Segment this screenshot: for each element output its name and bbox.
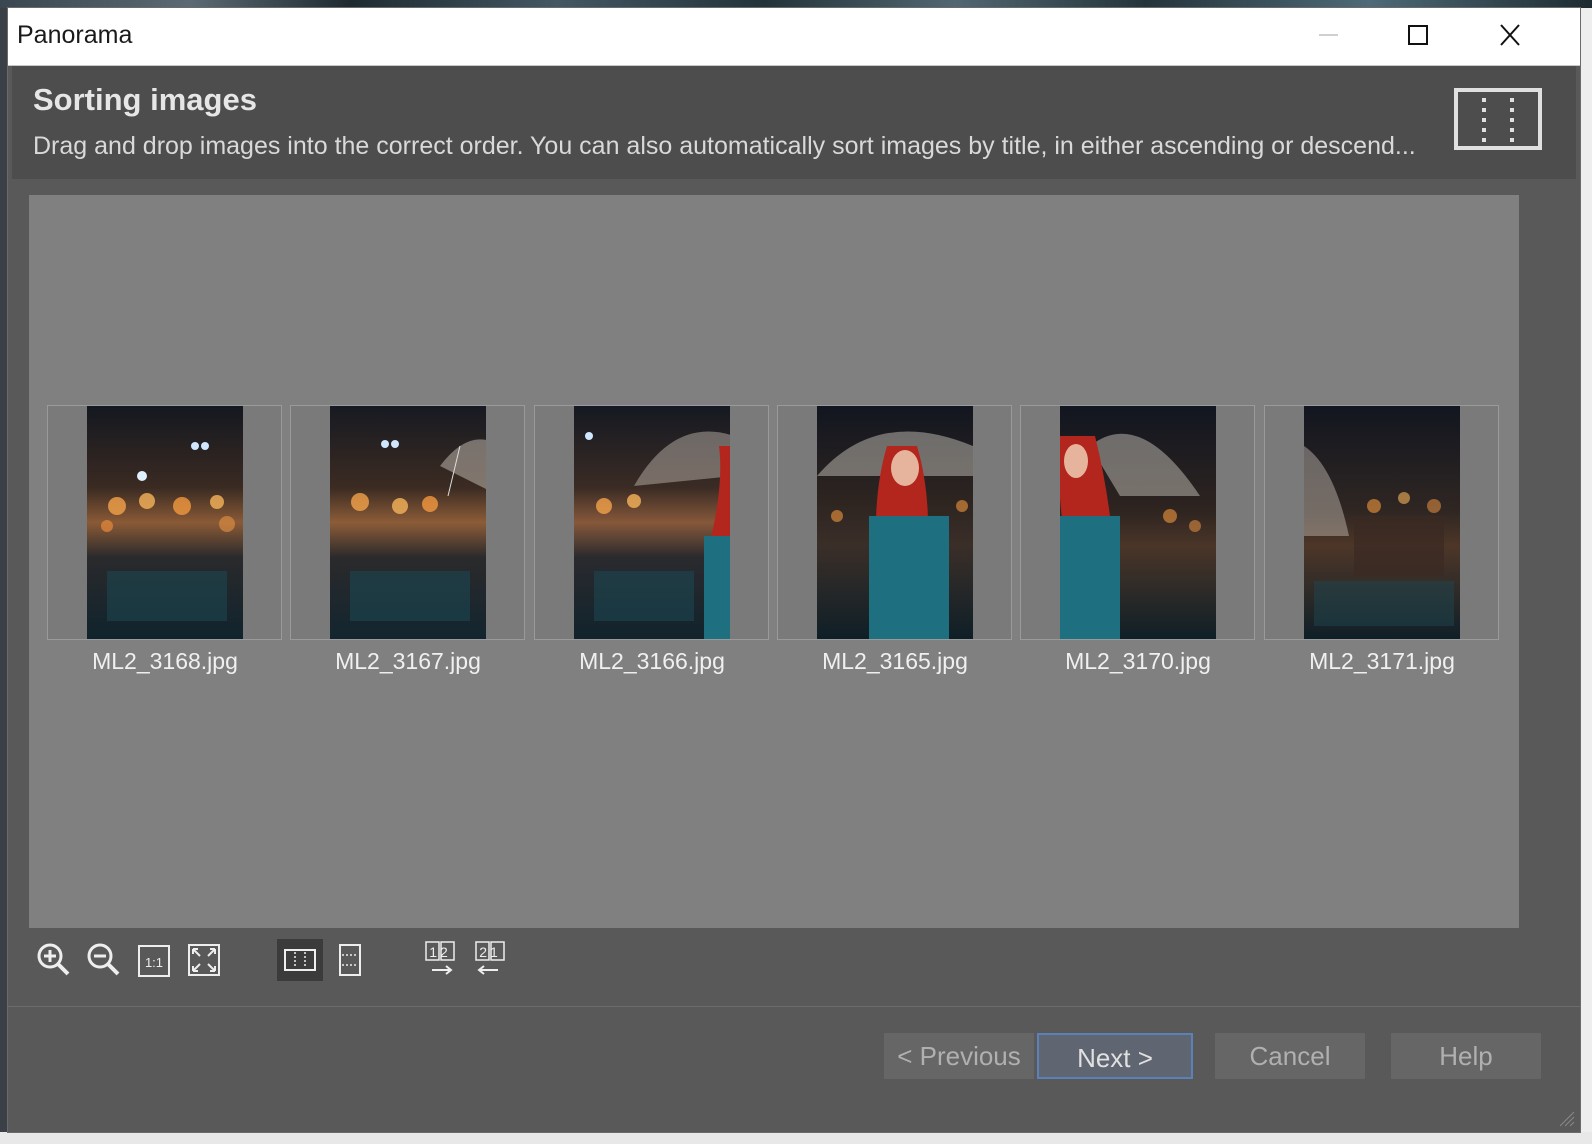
sort-descending-icon: 21	[475, 941, 505, 975]
actual-size-label: 1:1	[145, 955, 163, 970]
vertical-layout-button[interactable]	[327, 939, 373, 981]
thumbnail-filename: ML2_3170.jpg	[1065, 648, 1211, 674]
thumbnail-filename: ML2_3166.jpg	[579, 648, 725, 674]
zoom-in-button[interactable]	[32, 939, 78, 981]
sort-ascending-button[interactable]: 12	[418, 939, 464, 981]
thumbnail-frame[interactable]	[290, 405, 525, 640]
close-button[interactable]	[1464, 8, 1556, 65]
thumbnail-filename: ML2_3167.jpg	[335, 648, 481, 674]
zoom-out-icon	[87, 943, 120, 976]
resize-grip-icon[interactable]	[1556, 1108, 1576, 1128]
thumbnail-filename: ML2_3171.jpg	[1309, 648, 1455, 674]
thumbnail-frame[interactable]	[1020, 405, 1255, 640]
photo-woman-umbrella-left	[1060, 406, 1216, 639]
background-app-strip	[0, 0, 1592, 8]
sort-descending-button[interactable]: 21	[468, 939, 514, 981]
actual-size-icon: 1:1	[138, 945, 170, 977]
previous-button[interactable]: < Previous	[884, 1033, 1034, 1079]
fit-to-window-button[interactable]	[182, 939, 228, 981]
thumbnail-filename: ML2_3165.jpg	[822, 648, 968, 674]
vertical-layout-icon	[339, 944, 361, 976]
window-title: Panorama	[17, 21, 133, 49]
cancel-button[interactable]: Cancel	[1215, 1033, 1365, 1079]
thumbnail-frame[interactable]	[1264, 405, 1499, 640]
footer-divider	[8, 1006, 1580, 1007]
thumbnail-frame[interactable]	[534, 405, 769, 640]
zoom-in-icon	[37, 943, 70, 976]
wizard-header: Sorting images Drag and drop images into…	[12, 66, 1576, 179]
maximize-button[interactable]	[1372, 8, 1464, 65]
photo-city-umbrella-edge	[330, 406, 486, 639]
horizontal-layout-button[interactable]	[277, 939, 323, 981]
fit-to-window-icon	[188, 944, 220, 976]
step-description: Drag and drop images into the correct or…	[33, 132, 1416, 160]
photo-woman-umbrella-partial	[574, 406, 730, 639]
sort-descending-label: 21	[479, 944, 501, 960]
background-app-edge-right	[1580, 8, 1592, 1144]
photo-city-umbrella-left-edge	[1304, 406, 1460, 639]
sort-ascending-icon: 12	[425, 941, 455, 975]
help-button[interactable]: Help	[1391, 1033, 1541, 1079]
photo-woman-umbrella-center	[817, 406, 973, 639]
thumbnail-frame[interactable]	[47, 405, 282, 640]
thumbnail-frame[interactable]	[777, 405, 1012, 640]
panorama-layout-icon	[1454, 88, 1542, 150]
zoom-out-button[interactable]	[82, 939, 128, 981]
title-bar[interactable]: Panorama	[8, 8, 1580, 66]
panorama-dialog: Panorama Sorting images Drag and drop im…	[8, 8, 1580, 1132]
horizontal-layout-icon	[284, 949, 316, 971]
maximize-icon	[1408, 25, 1428, 45]
thumbnail-filename: ML2_3168.jpg	[92, 648, 238, 674]
image-sort-canvas[interactable]: ML2_3168.jpg ML2_3167.jpg ML2_3166.jpg M…	[29, 195, 1519, 928]
minimize-icon	[1319, 34, 1338, 36]
sort-toolbar: 1:1 12 21	[28, 935, 548, 985]
background-app-edge	[0, 8, 8, 1144]
minimize-button[interactable]	[1282, 8, 1374, 65]
actual-size-button[interactable]: 1:1	[132, 939, 178, 981]
sort-ascending-label: 12	[429, 944, 451, 960]
step-title: Sorting images	[33, 82, 257, 117]
photo-city-night-street	[87, 406, 243, 639]
close-icon	[1500, 24, 1520, 46]
background-app-edge-bottom	[0, 1132, 1592, 1144]
next-button[interactable]: Next >	[1037, 1033, 1193, 1079]
